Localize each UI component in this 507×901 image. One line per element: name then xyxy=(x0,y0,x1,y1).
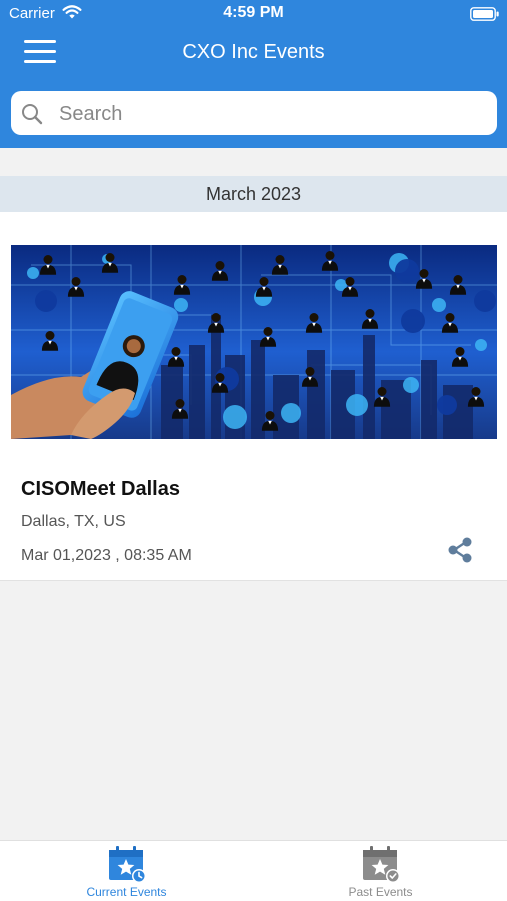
tab-label: Past Events xyxy=(348,885,413,899)
search-input[interactable] xyxy=(57,97,481,131)
tab-bar: Current Events Past Events xyxy=(0,840,507,901)
battery-icon xyxy=(470,7,499,21)
search-icon xyxy=(22,104,43,125)
event-datetime: Mar 01,2023 , 08:35 AM xyxy=(21,547,192,564)
event-location: Dallas, TX, US xyxy=(21,513,126,530)
app-header: Carrier 4:59 PM CXO Inc Events xyxy=(0,0,507,148)
tab-label: Current Events xyxy=(86,885,167,899)
event-card[interactable]: CISOMeet Dallas Dallas, TX, US Mar 01,20… xyxy=(0,212,507,581)
event-banner-image xyxy=(11,245,497,439)
tab-current-events[interactable]: Current Events xyxy=(0,841,253,901)
status-time: 4:59 PM xyxy=(223,4,284,21)
calendar-star-check-icon xyxy=(363,846,400,883)
month-section-header: March 2023 xyxy=(0,176,507,212)
tab-past-events[interactable]: Past Events xyxy=(254,841,507,901)
search-bar[interactable] xyxy=(11,91,497,135)
navigation-bar: CXO Inc Events xyxy=(0,28,507,78)
status-bar: Carrier 4:59 PM xyxy=(0,0,507,28)
page-title: CXO Inc Events xyxy=(182,41,325,63)
share-icon[interactable] xyxy=(446,536,474,564)
event-title: CISOMeet Dallas xyxy=(21,478,180,500)
calendar-star-clock-icon xyxy=(109,846,146,883)
